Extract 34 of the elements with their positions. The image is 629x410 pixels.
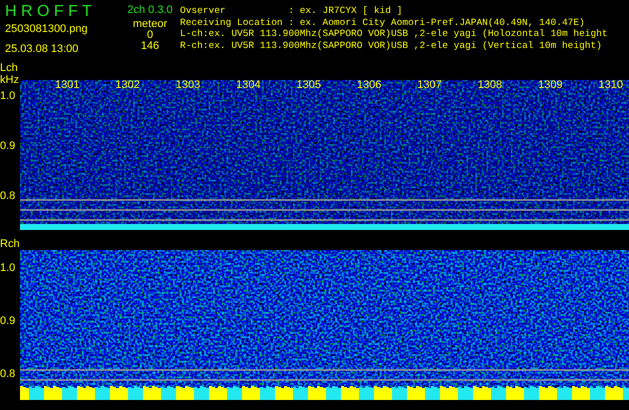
time-label: 1306 — [356, 79, 382, 91]
time-label: 1307 — [416, 79, 443, 91]
info-value: ex. UV5R 113.900Mhz(SAPPORO VOR)USB ,2-ele yagi (Holozontal 10m height — [208, 28, 608, 40]
time-label: 1301 — [54, 79, 80, 91]
time-label: 1310 — [597, 79, 624, 91]
meteor-count: 0 — [146, 29, 154, 41]
timestamp: 25.03.08 13:00 — [5, 43, 80, 55]
time-label: 1303 — [174, 79, 202, 91]
info-label: R-ch: — [180, 40, 209, 52]
time-label: 1308 — [476, 79, 504, 91]
time-label: 1302 — [114, 79, 141, 91]
frequency-label: 0.9 — [0, 140, 16, 152]
info-value: : ex. Aomori City Aomori-Pref.JAPAN(40.49N, 140.47E) — [288, 16, 585, 28]
frequency-label: 0.8 — [0, 190, 16, 202]
frequency-label: 1.0 — [0, 90, 16, 102]
file-name: 2503081300.png — [5, 23, 89, 35]
frequency-label: 0.8 — [0, 368, 16, 380]
info-label: Receiving Location — [180, 16, 284, 28]
info-value: ex. UV5R 113.900Mhz(SAPPORO VOR)USB ,2-ele yagi (Vertical 10m height) — [208, 40, 602, 52]
meteor-count: 146 — [140, 40, 160, 52]
time-label: 1305 — [296, 79, 322, 91]
info-value: : ex. JR7CYX [ kid ] — [288, 5, 402, 16]
info-label: L-ch: — [180, 28, 209, 40]
counter-label: meteor — [132, 18, 168, 30]
channel-label: Lch — [0, 62, 19, 74]
channel-label: Rch — [0, 238, 20, 250]
unit-label: kHz — [0, 74, 20, 86]
time-label: 1304 — [235, 79, 262, 91]
frequency-label: 0.9 — [0, 315, 16, 327]
version-label: 2ch 0.3.0 — [126, 4, 174, 16]
frequency-label: 1.0 — [0, 262, 16, 274]
time-label: 1309 — [537, 79, 564, 91]
app-title: H R O F F T — [5, 3, 93, 21]
info-label: Ovserver — [180, 5, 227, 17]
